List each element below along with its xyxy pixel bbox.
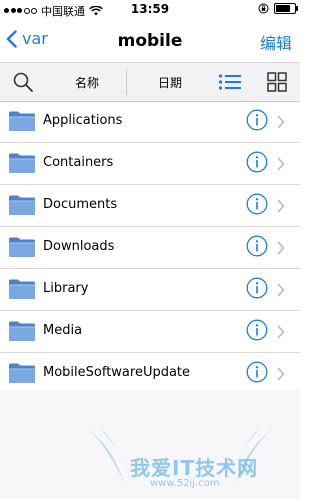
info-icon[interactable] (246, 235, 268, 257)
info-icon[interactable] (246, 319, 268, 341)
sort-by-name-button[interactable]: 名称 (75, 74, 99, 91)
chevron-right-icon (277, 157, 285, 171)
file-name: Downloads (43, 239, 115, 254)
watermark-text: 我爱IT技术网 (130, 456, 259, 480)
list-item[interactable]: Media (0, 311, 300, 353)
status-right (258, 3, 298, 14)
status-time: 13:59 (130, 2, 170, 16)
info-icon[interactable] (246, 109, 268, 131)
grid-view-icon[interactable] (266, 71, 288, 93)
chevron-right-icon (277, 199, 285, 213)
list-item[interactable]: Documents (0, 185, 300, 227)
folder-icon (9, 321, 35, 341)
chevron-right-icon (277, 241, 285, 255)
info-icon[interactable] (246, 361, 268, 383)
file-name: Applications (43, 113, 123, 128)
list-item[interactable]: Library (0, 269, 300, 311)
folder-icon (9, 195, 35, 215)
sort-toolbar: 名称 日期 (0, 62, 300, 102)
battery-icon (274, 3, 298, 14)
file-name: Containers (43, 155, 114, 170)
list-item[interactable]: Applications (0, 101, 300, 143)
orientation-lock-icon (258, 3, 269, 14)
sort-by-date-button[interactable]: 日期 (158, 74, 182, 91)
chevron-right-icon (277, 325, 285, 339)
info-icon[interactable] (246, 151, 268, 173)
file-name: Library (43, 281, 89, 296)
folder-icon (9, 237, 35, 257)
list-view-icon[interactable] (218, 73, 242, 91)
chevron-right-icon (277, 115, 285, 129)
info-icon[interactable] (246, 277, 268, 299)
file-name: MobileSoftwareUpdate (43, 365, 191, 380)
list-item[interactable]: Containers (0, 143, 300, 185)
status-bar: 中国联通 13:59 (0, 0, 300, 20)
chevron-right-icon (277, 367, 285, 381)
file-name: Documents (43, 197, 118, 212)
folder-icon (9, 279, 35, 299)
toolbar-divider (126, 69, 127, 95)
navigation-bar: var mobile 编辑 (0, 20, 300, 62)
file-list: Applications Containers Documents Downlo… (0, 101, 300, 395)
page-title: mobile (117, 31, 183, 51)
info-icon[interactable] (246, 193, 268, 215)
file-name: Media (43, 323, 83, 338)
search-icon[interactable] (12, 71, 34, 93)
folder-icon (9, 363, 35, 383)
edit-button[interactable]: 编辑 (260, 30, 292, 54)
battery-level (276, 5, 290, 12)
chevron-right-icon (277, 283, 285, 297)
folder-icon (9, 153, 35, 173)
folder-icon (9, 111, 35, 131)
list-item[interactable]: Downloads (0, 227, 300, 269)
list-item[interactable]: MobileSoftwareUpdate (0, 353, 300, 395)
watermark-url: www.52ij.com (150, 478, 220, 489)
